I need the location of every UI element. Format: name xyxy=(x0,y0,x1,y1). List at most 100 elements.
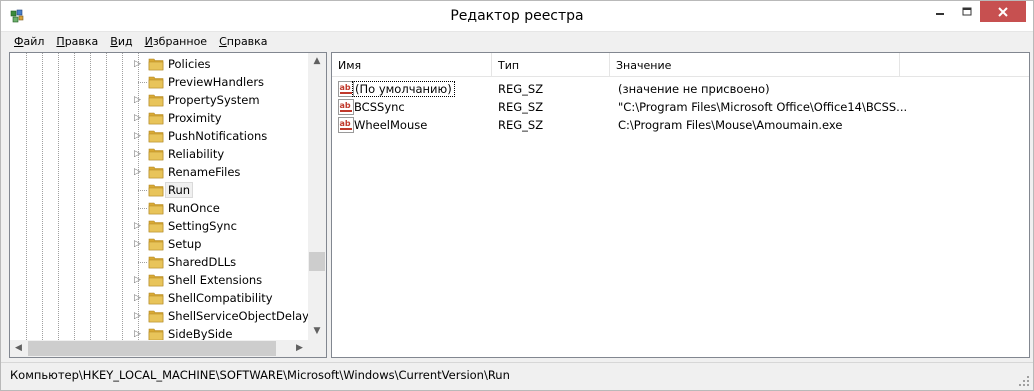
tree-connector xyxy=(138,208,148,209)
menu-help[interactable]: Справка xyxy=(213,32,273,52)
scroll-corner xyxy=(308,340,326,357)
tree-item[interactable]: ▷ Policies xyxy=(10,55,308,73)
close-button[interactable] xyxy=(980,1,1026,22)
folder-icon xyxy=(148,202,164,215)
folder-icon xyxy=(148,148,164,161)
value-list[interactable]: Имя Тип Значение ab (По умолчанию) REG_S… xyxy=(331,52,1030,358)
tree-item[interactable]: ▷ Reliability xyxy=(10,145,308,163)
column-header-filler xyxy=(900,53,1029,77)
value-type: REG_SZ xyxy=(498,82,544,96)
list-row[interactable]: ab BCSSync REG_SZ "C:\Program Files\Micr… xyxy=(332,98,1029,116)
tree-item-label: SettingSync xyxy=(168,219,237,233)
svg-text:ab: ab xyxy=(340,83,351,92)
tree-vertical-scrollbar[interactable]: ▲ ▼ xyxy=(308,53,326,340)
tree-item[interactable]: PreviewHandlers xyxy=(10,73,308,91)
scroll-left-icon[interactable]: ◀ xyxy=(10,340,27,357)
menu-bar: Файл Правка Вид Избранное Справка xyxy=(1,32,1033,52)
minimize-button[interactable] xyxy=(926,1,954,22)
expand-arrow-icon[interactable]: ▷ xyxy=(134,59,142,69)
list-header: Имя Тип Значение xyxy=(332,53,1029,77)
expand-arrow-icon[interactable]: ▷ xyxy=(134,311,142,321)
expand-arrow-icon[interactable]: ▷ xyxy=(134,239,142,249)
expand-arrow-icon[interactable]: ▷ xyxy=(134,329,142,339)
tree-connector xyxy=(138,190,148,191)
key-tree[interactable]: ▷ Policies PreviewHandlers ▷ PropertySystem ▷… xyxy=(9,52,327,358)
folder-icon xyxy=(148,58,164,71)
folder-icon xyxy=(148,328,164,340)
tree-rows: ▷ Policies PreviewHandlers ▷ PropertySystem ▷… xyxy=(10,53,308,340)
folder-icon xyxy=(148,94,164,107)
tree-item-label: ShellCompatibility xyxy=(168,291,273,305)
menu-file[interactable]: Файл xyxy=(8,32,50,52)
string-value-icon: ab xyxy=(338,117,354,133)
folder-icon xyxy=(148,238,164,251)
tree-item[interactable]: ▷ Shell Extensions xyxy=(10,271,308,289)
tree-item-label: SideBySide xyxy=(168,327,233,340)
status-path: Компьютер\HKEY_LOCAL_MACHINE\SOFTWARE\Mi… xyxy=(10,368,510,382)
maximize-button[interactable] xyxy=(954,1,980,22)
tree-item[interactable]: ▷ RenameFiles xyxy=(10,163,308,181)
tree-item[interactable]: Run xyxy=(10,181,308,199)
tree-item[interactable]: ▷ SideBySide xyxy=(10,325,308,340)
scroll-down-icon[interactable]: ▼ xyxy=(308,323,326,340)
menu-edit[interactable]: Правка xyxy=(50,32,104,52)
tree-item-label: PushNotifications xyxy=(168,129,268,143)
tree-item[interactable]: ▷ PushNotifications xyxy=(10,127,308,145)
tree-item-label: Run xyxy=(164,182,194,198)
value-name[interactable]: WheelMouse xyxy=(354,118,427,132)
svg-text:ab: ab xyxy=(340,101,351,110)
svg-text:ab: ab xyxy=(340,119,351,128)
tree-item[interactable]: ▷ PropertySystem xyxy=(10,91,308,109)
expand-arrow-icon[interactable]: ▷ xyxy=(134,275,142,285)
value-name[interactable]: (По умолчанию) xyxy=(352,81,455,97)
expand-arrow-icon[interactable]: ▷ xyxy=(134,149,142,159)
string-value-icon: ab xyxy=(338,99,354,115)
status-bar: Компьютер\HKEY_LOCAL_MACHINE\SOFTWARE\Mi… xyxy=(1,362,1033,390)
registry-editor-window: Редактор реестра Файл Правка Вид Избранн… xyxy=(0,0,1034,391)
tree-connector xyxy=(138,262,148,263)
menu-favorites[interactable]: Избранное xyxy=(139,32,213,52)
list-row[interactable]: ab (По умолчанию) REG_SZ (значение не пр… xyxy=(332,80,1029,98)
scroll-up-icon[interactable]: ▲ xyxy=(308,53,326,70)
tree-item-label: Shell Extensions xyxy=(168,273,263,287)
tree-item[interactable]: SharedDLLs xyxy=(10,253,308,271)
folder-icon xyxy=(148,256,164,269)
expand-arrow-icon[interactable]: ▷ xyxy=(134,113,142,123)
tree-item[interactable]: ▷ ShellCompatibility xyxy=(10,289,308,307)
tree-item-label: RunOnce xyxy=(168,201,220,215)
tree-item[interactable]: RunOnce xyxy=(10,199,308,217)
column-header-name[interactable]: Имя xyxy=(332,53,492,77)
scroll-thumb[interactable] xyxy=(28,341,276,356)
tree-horizontal-scrollbar[interactable]: ◀ ▶ xyxy=(10,340,308,357)
title-bar[interactable]: Редактор реестра xyxy=(1,1,1033,32)
expand-arrow-icon[interactable]: ▷ xyxy=(134,221,142,231)
tree-item-label: RenameFiles xyxy=(168,165,241,179)
tree-item-label: PropertySystem xyxy=(168,93,260,107)
tree-item[interactable]: ▷ SettingSync xyxy=(10,217,308,235)
folder-icon xyxy=(148,112,164,125)
list-row[interactable]: ab WheelMouse REG_SZ C:\Program Files\Mo… xyxy=(332,116,1029,134)
value-data: C:\Program Files\Mouse\Amoumain.exe xyxy=(618,118,843,132)
menu-view[interactable]: Вид xyxy=(104,32,138,52)
tree-item[interactable]: ▷ ShellServiceObjectDelayLo xyxy=(10,307,308,325)
tree-connector xyxy=(138,82,148,83)
column-header-type[interactable]: Тип xyxy=(492,53,610,77)
tree-item-label: SharedDLLs xyxy=(168,255,237,269)
expand-arrow-icon[interactable]: ▷ xyxy=(134,95,142,105)
resize-grip-icon[interactable] xyxy=(1018,375,1030,387)
minimize-icon xyxy=(936,12,944,15)
scroll-right-icon[interactable]: ▶ xyxy=(291,340,308,357)
value-name[interactable]: BCSSync xyxy=(354,100,405,114)
expand-arrow-icon[interactable]: ▷ xyxy=(134,293,142,303)
folder-icon xyxy=(148,76,164,89)
folder-icon xyxy=(148,184,164,197)
column-header-value[interactable]: Значение xyxy=(610,53,900,77)
scroll-thumb[interactable] xyxy=(309,252,325,271)
tree-item-label: Proximity xyxy=(168,111,222,125)
tree-item[interactable]: ▷ Setup xyxy=(10,235,308,253)
tree-item[interactable]: ▷ Proximity xyxy=(10,109,308,127)
folder-icon xyxy=(148,166,164,179)
expand-arrow-icon[interactable]: ▷ xyxy=(134,131,142,141)
value-type: REG_SZ xyxy=(498,100,544,114)
expand-arrow-icon[interactable]: ▷ xyxy=(134,167,142,177)
